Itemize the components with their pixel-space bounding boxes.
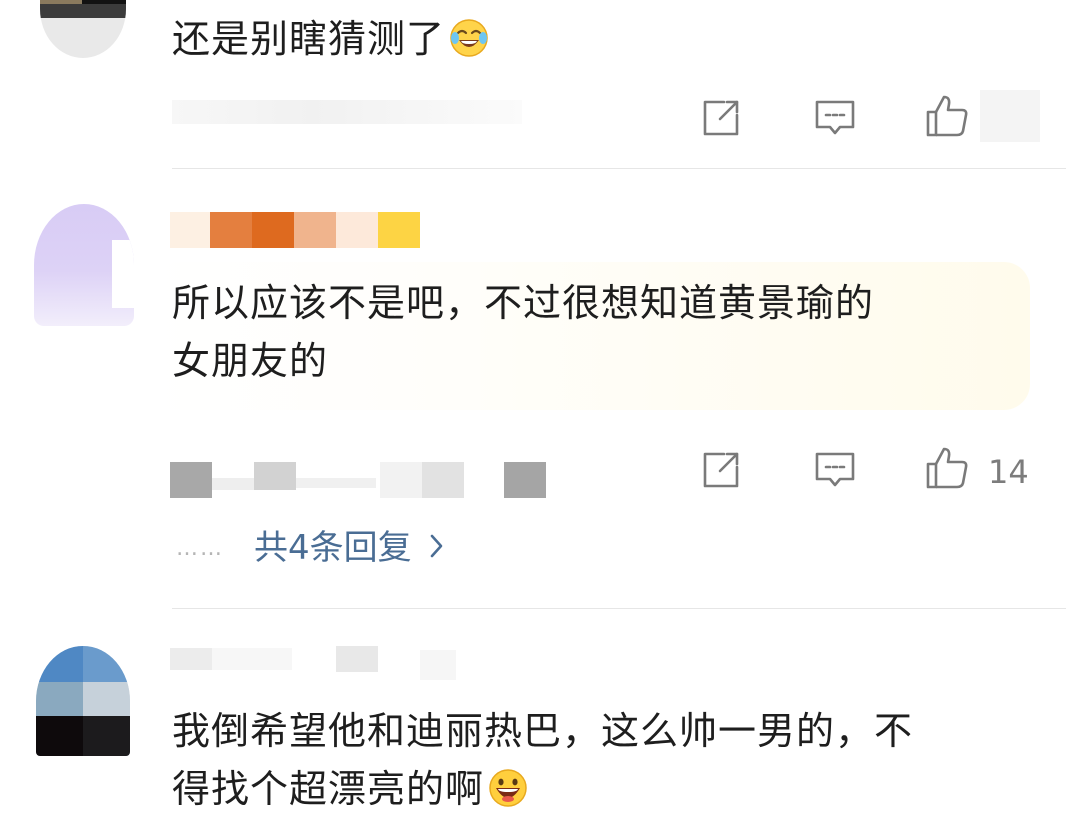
comment-text-content: 还是别瞎猜测了 (172, 17, 446, 61)
comment-text: 还是别瞎猜测了 (172, 10, 489, 68)
comment-meta-redacted (296, 478, 376, 488)
username-redacted (420, 650, 456, 680)
username-redacted (378, 212, 420, 248)
comment-feed: 还是别瞎猜测了 所以应该不是吧，不过很想知道黄景瑜的 女朋友的 14 …… 共4… (0, 0, 1066, 830)
replies-dots: …… (176, 535, 224, 561)
comment-text-line: 得找个超漂亮的啊 (172, 767, 485, 811)
comment-button[interactable] (812, 95, 858, 141)
comment-meta-redacted (254, 462, 296, 490)
avatar-pixel (36, 716, 83, 756)
comment-meta-redacted (212, 478, 254, 490)
grinning-emoji-icon (488, 766, 528, 807)
avatar-pixel (112, 240, 134, 308)
share-button[interactable] (698, 447, 744, 493)
divider (172, 168, 1066, 169)
comment-meta-redacted (504, 462, 546, 498)
username-redacted (170, 648, 212, 670)
like-count-redacted (980, 90, 1040, 142)
comment-text-line: 所以应该不是吧，不过很想知道黄景瑜的 (172, 281, 875, 325)
comment-meta-redacted (380, 462, 422, 498)
comment-text: 所以应该不是吧，不过很想知道黄景瑜的 女朋友的 (172, 274, 874, 390)
avatar-pixel (83, 716, 130, 756)
avatar[interactable] (36, 646, 130, 756)
avatar-pixel (36, 646, 83, 682)
avatar[interactable] (34, 204, 134, 326)
like-count: 14 (988, 453, 1029, 491)
replies-count-label: 共4条回复 (254, 528, 412, 568)
username-redacted (294, 212, 336, 248)
thumbs-up-icon (926, 447, 968, 489)
username-redacted (336, 646, 378, 672)
avatar-pixel (83, 646, 130, 682)
laughing-tears-emoji-icon (449, 16, 489, 57)
avatar-pixel (40, 4, 126, 18)
share-icon (703, 100, 739, 136)
thumbs-up-icon (926, 95, 968, 137)
username-redacted (252, 212, 294, 248)
share-icon (703, 452, 739, 488)
share-button[interactable] (698, 95, 744, 141)
username-redacted (170, 212, 212, 248)
chevron-right-icon (428, 532, 446, 564)
comment-button[interactable] (812, 447, 858, 493)
like-button[interactable] (924, 445, 970, 491)
avatar[interactable] (40, 0, 126, 58)
comment-meta-redacted (422, 462, 464, 498)
comment-text-line-with-emoji: 得找个超漂亮的啊 (172, 760, 913, 818)
view-replies-link[interactable]: …… 共4条回复 (176, 526, 446, 570)
avatar-pixel (83, 682, 130, 716)
like-button[interactable] (924, 93, 970, 139)
comment-icon (815, 100, 855, 135)
comment-meta-redacted (170, 462, 212, 498)
comment-text: 我倒希望他和迪丽热巴，这么帅一男的，不 得找个超漂亮的啊 (172, 702, 913, 818)
username-redacted (212, 648, 292, 670)
username-redacted (336, 212, 378, 248)
comment-text-line: 我倒希望他和迪丽热巴，这么帅一男的，不 (172, 709, 914, 753)
divider (172, 608, 1066, 609)
comment-text-line: 女朋友的 (172, 339, 329, 383)
avatar-pixel (36, 682, 83, 716)
comment-meta-redacted (172, 100, 522, 124)
username-redacted (210, 212, 252, 248)
comment-icon (815, 452, 855, 487)
